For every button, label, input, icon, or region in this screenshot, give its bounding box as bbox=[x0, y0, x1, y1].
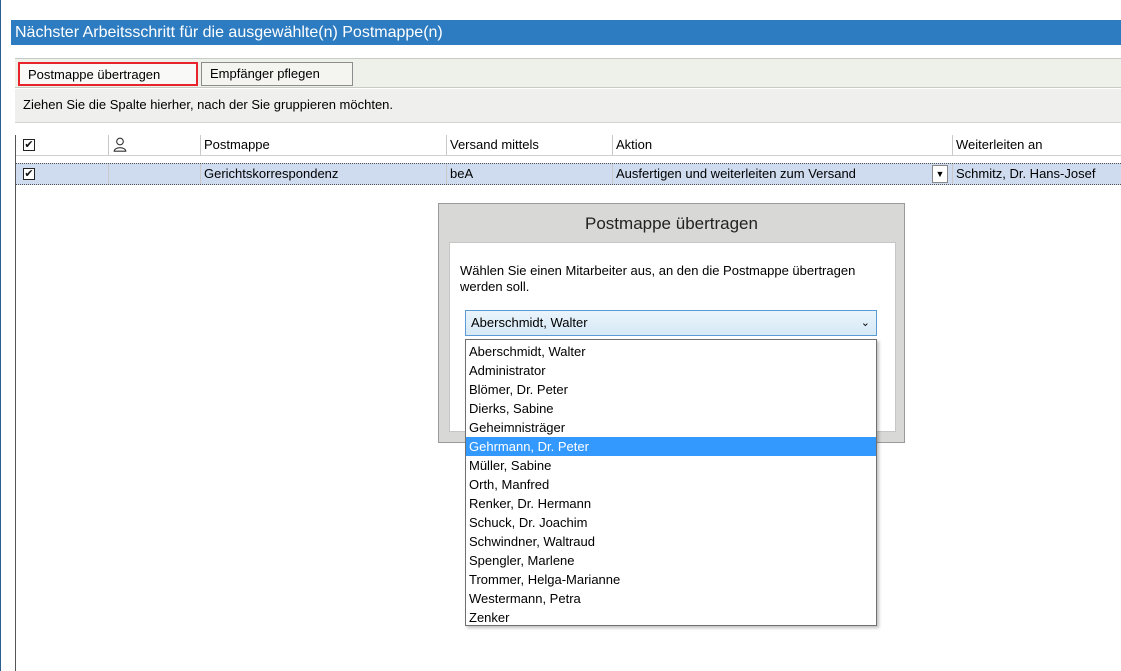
mitarbeiter-select[interactable]: Aberschmidt, Walter ⌄ bbox=[465, 310, 877, 336]
dialog-prompt: Wählen Sie einen Mitarbeiter aus, an den… bbox=[460, 263, 856, 294]
header-versand-mittels[interactable]: Versand mittels bbox=[446, 135, 612, 155]
group-by-area[interactable]: Ziehen Sie die Spalte hierher, nach der … bbox=[15, 89, 1121, 123]
row-checkbox[interactable]: ✔ bbox=[23, 168, 35, 180]
header-person-column[interactable] bbox=[108, 135, 200, 155]
dropdown-option[interactable]: Trommer, Helga-Marianne bbox=[466, 570, 876, 589]
row-weiterleiten: Schmitz, Dr. Hans-Josef bbox=[952, 164, 1121, 184]
row-person-cell bbox=[108, 164, 200, 184]
tab-empfaenger-pflegen[interactable]: Empfänger pflegen bbox=[201, 62, 353, 86]
dropdown-option[interactable]: Administrator bbox=[466, 361, 876, 380]
window-frame: Nächster Arbeitsschritt für die ausgewäh… bbox=[0, 0, 1121, 671]
dropdown-option[interactable]: Renker, Dr. Hermann bbox=[466, 494, 876, 513]
person-icon bbox=[113, 137, 127, 152]
mitarbeiter-dropdown-list[interactable]: Aberschmidt, Walter Administrator Blömer, … bbox=[465, 339, 877, 626]
header-postmappe[interactable]: Postmappe bbox=[200, 135, 446, 155]
dropdown-option[interactable]: Dierks, Sabine bbox=[466, 399, 876, 418]
tab-bar: Postmappe übertragen Empfänger pflegen bbox=[15, 58, 1121, 88]
mitarbeiter-select-value: Aberschmidt, Walter bbox=[471, 315, 588, 330]
table-row[interactable]: ✔ Gerichtskorrespondenz beA Ausfertigen … bbox=[16, 163, 1121, 185]
dropdown-option[interactable]: Zenker bbox=[466, 608, 876, 627]
row-postmappe: Gerichtskorrespondenz bbox=[200, 164, 446, 184]
dialog-title: Postmappe übertragen bbox=[585, 214, 758, 233]
header-aktion[interactable]: Aktion bbox=[612, 135, 952, 155]
row-select-cell[interactable]: ✔ bbox=[16, 164, 108, 184]
dropdown-option[interactable]: Müller, Sabine bbox=[466, 456, 876, 475]
dropdown-option[interactable]: Schuck, Dr. Joachim bbox=[466, 513, 876, 532]
tab-postmappe-uebertragen[interactable]: Postmappe übertragen bbox=[18, 62, 198, 86]
chevron-down-icon[interactable]: ▼ bbox=[932, 165, 948, 183]
dropdown-option[interactable]: Westermann, Petra bbox=[466, 589, 876, 608]
header-weiterleiten-an[interactable]: Weiterleiten an bbox=[952, 135, 1121, 155]
dropdown-option[interactable]: Blömer, Dr. Peter bbox=[466, 380, 876, 399]
dropdown-option[interactable]: Gehrmann, Dr. Peter bbox=[466, 437, 876, 456]
chevron-down-icon[interactable]: ⌄ bbox=[861, 311, 870, 335]
dropdown-option[interactable]: Geheimnisträger bbox=[466, 418, 876, 437]
group-by-hint: Ziehen Sie die Spalte hierher, nach der … bbox=[23, 97, 394, 112]
window-title: Nächster Arbeitsschritt für die ausgewäh… bbox=[11, 20, 1121, 45]
dropdown-option[interactable]: Aberschmidt, Walter bbox=[466, 342, 876, 361]
row-aktion: Ausfertigen und weiterleiten zum Versand bbox=[612, 164, 932, 184]
dropdown-option[interactable]: Schwindner, Waltraud bbox=[466, 532, 876, 551]
dropdown-option[interactable]: Orth, Manfred bbox=[466, 475, 876, 494]
aktion-dropdown-button[interactable]: ▼ bbox=[932, 164, 952, 184]
grid-header-row: ✔ Postmappe Versand mittels Aktion Weite… bbox=[16, 135, 1121, 156]
row-versand: beA bbox=[446, 164, 612, 184]
dropdown-option[interactable]: Spengler, Marlene bbox=[466, 551, 876, 570]
checkbox-checked-icon[interactable]: ✔ bbox=[23, 139, 35, 151]
header-select-all[interactable]: ✔ bbox=[16, 135, 108, 155]
